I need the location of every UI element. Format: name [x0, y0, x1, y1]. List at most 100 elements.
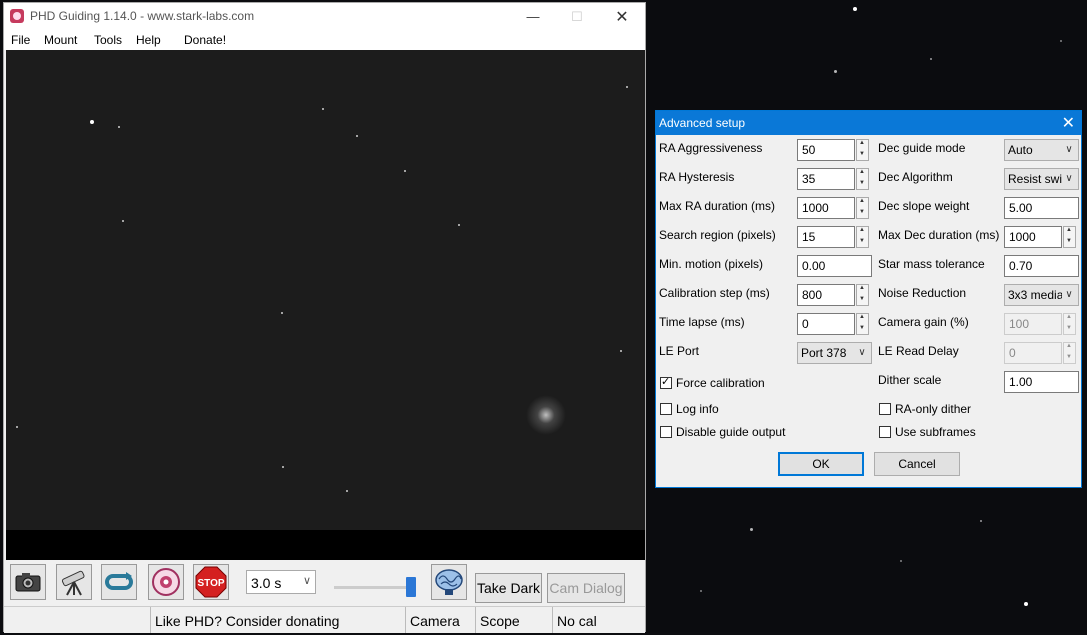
use-subframes-label[interactable]: Use subframes	[895, 425, 976, 439]
noise-reduction-select[interactable]: 3x3 media ∨	[1004, 284, 1079, 306]
menu-help[interactable]: Help	[136, 33, 161, 47]
log-info-checkbox[interactable]	[660, 403, 672, 415]
chevron-down-icon: ∨	[1062, 140, 1076, 160]
take-dark-button[interactable]: Take Dark	[475, 573, 542, 603]
le-read-delay-spinner[interactable]	[1063, 342, 1076, 364]
image-star	[16, 426, 18, 428]
disable-guide-output-checkbox[interactable]	[660, 426, 672, 438]
desktop-star	[700, 590, 702, 592]
max-dec-duration-spinner[interactable]	[1063, 226, 1076, 248]
dither-scale-input[interactable]: 1.00	[1004, 371, 1079, 393]
chevron-down-icon: ∨	[302, 575, 311, 587]
time-lapse-input[interactable]: 0	[797, 313, 855, 335]
camera-gain-label: Camera gain (%)	[878, 315, 969, 329]
image-star	[458, 224, 460, 226]
dither-scale-label: Dither scale	[878, 373, 942, 387]
desktop-star	[750, 528, 753, 531]
min-motion-input[interactable]: 0.00	[797, 255, 872, 277]
chevron-down-icon: ∨	[855, 343, 869, 363]
ra-hysteresis-spinner[interactable]	[856, 168, 869, 190]
dialog-title: Advanced setup	[659, 116, 746, 130]
loop-button[interactable]	[101, 564, 137, 600]
status-bar: Like PHD? Consider donating Camera Scope…	[4, 606, 645, 633]
gamma-slider-thumb[interactable]	[406, 577, 416, 597]
use-subframes-checkbox[interactable]	[879, 426, 891, 438]
ra-hysteresis-input[interactable]: 35	[797, 168, 855, 190]
max-ra-duration-input[interactable]: 1000	[797, 197, 855, 219]
image-star	[90, 120, 94, 124]
menu-tools[interactable]: Tools	[94, 33, 122, 47]
stop-button[interactable]: STOP	[193, 564, 229, 600]
noise-reduction-value: 3x3 media	[1008, 288, 1064, 302]
camera-gain-input[interactable]: 100	[1004, 313, 1062, 335]
calibration-step-label: Calibration step (ms)	[659, 286, 770, 300]
ok-button[interactable]: OK	[778, 452, 864, 476]
image-star	[626, 86, 628, 88]
camera-gain-spinner[interactable]	[1063, 313, 1076, 335]
menu-mount[interactable]: Mount	[44, 33, 77, 47]
search-region-input[interactable]: 15	[797, 226, 855, 248]
camera-button[interactable]	[10, 564, 46, 600]
menu-donate[interactable]: Donate!	[184, 33, 226, 47]
image-star	[282, 466, 284, 468]
desktop-star	[900, 560, 902, 562]
calibration-step-input[interactable]: 800	[797, 284, 855, 306]
gamma-slider-track[interactable]	[334, 586, 416, 589]
max-dec-duration-input[interactable]: 1000	[1004, 226, 1062, 248]
telescope-icon	[61, 570, 85, 596]
desktop-star	[980, 520, 982, 522]
disable-guide-output-label[interactable]: Disable guide output	[676, 425, 785, 439]
force-calibration-checkbox[interactable]	[660, 375, 672, 389]
menu-file[interactable]: File	[11, 33, 30, 47]
minimize-icon[interactable]: —	[510, 3, 556, 30]
comet-glow	[526, 395, 566, 435]
exposure-value: 3.0 s	[251, 575, 282, 591]
dec-guide-mode-select[interactable]: Auto ∨	[1004, 139, 1079, 161]
telescope-button[interactable]	[56, 564, 92, 600]
close-icon[interactable]: ✕	[599, 3, 645, 30]
phd-window: PHD Guiding 1.14.0 - www.stark-labs.com …	[3, 2, 646, 633]
star-mass-tolerance-input[interactable]: 0.70	[1004, 255, 1079, 277]
dec-slope-weight-label: Dec slope weight	[878, 199, 970, 213]
close-icon[interactable]: ✕	[1062, 113, 1075, 133]
calibration-step-spinner[interactable]	[856, 284, 869, 306]
max-ra-duration-spinner[interactable]	[856, 197, 869, 219]
dialog-title-bar[interactable]: Advanced setup ✕	[656, 111, 1081, 135]
phd-guide-button[interactable]	[148, 564, 184, 600]
ra-only-dither-checkbox[interactable]	[879, 403, 891, 415]
ra-aggressiveness-spinner[interactable]	[856, 139, 869, 161]
ra-hysteresis-label: RA Hysteresis	[659, 170, 735, 184]
guide-camera-image[interactable]	[6, 50, 645, 530]
svg-text:STOP: STOP	[197, 578, 224, 589]
brain-button[interactable]	[431, 564, 467, 600]
title-bar[interactable]: PHD Guiding 1.14.0 - www.stark-labs.com …	[4, 3, 645, 30]
image-star	[404, 170, 406, 172]
star-mass-tolerance-label: Star mass tolerance	[878, 257, 985, 271]
search-region-label: Search region (pixels)	[659, 228, 776, 242]
phd-guide-icon	[152, 568, 180, 596]
exposure-select[interactable]: 3.0 s ∨	[246, 570, 316, 594]
stop-icon: STOP	[195, 566, 227, 598]
max-ra-duration-label: Max RA duration (ms)	[659, 199, 776, 213]
le-read-delay-input[interactable]: 0	[1004, 342, 1062, 364]
dec-slope-weight-input[interactable]: 5.00	[1004, 197, 1079, 219]
time-lapse-spinner[interactable]	[856, 313, 869, 335]
image-star	[122, 220, 124, 222]
dec-guide-mode-label: Dec guide mode	[878, 141, 966, 155]
status-calibration: No cal	[552, 607, 645, 633]
desktop-star	[930, 58, 932, 60]
ra-aggressiveness-input[interactable]: 50	[797, 139, 855, 161]
brain-icon	[435, 569, 463, 595]
le-port-select[interactable]: Port 378 ∨	[797, 342, 872, 364]
dec-algorithm-value: Resist swi	[1008, 172, 1063, 186]
maximize-icon[interactable]: ☐	[554, 3, 600, 30]
cam-dialog-button[interactable]: Cam Dialog	[547, 573, 625, 603]
image-star	[356, 135, 358, 137]
window-title: PHD Guiding 1.14.0 - www.stark-labs.com	[30, 9, 255, 23]
ra-only-dither-label[interactable]: RA-only dither	[895, 402, 971, 416]
dec-algorithm-select[interactable]: Resist swi ∨	[1004, 168, 1079, 190]
search-region-spinner[interactable]	[856, 226, 869, 248]
log-info-label[interactable]: Log info	[676, 402, 719, 416]
force-calibration-label[interactable]: Force calibration	[676, 376, 765, 390]
cancel-button[interactable]: Cancel	[874, 452, 960, 476]
